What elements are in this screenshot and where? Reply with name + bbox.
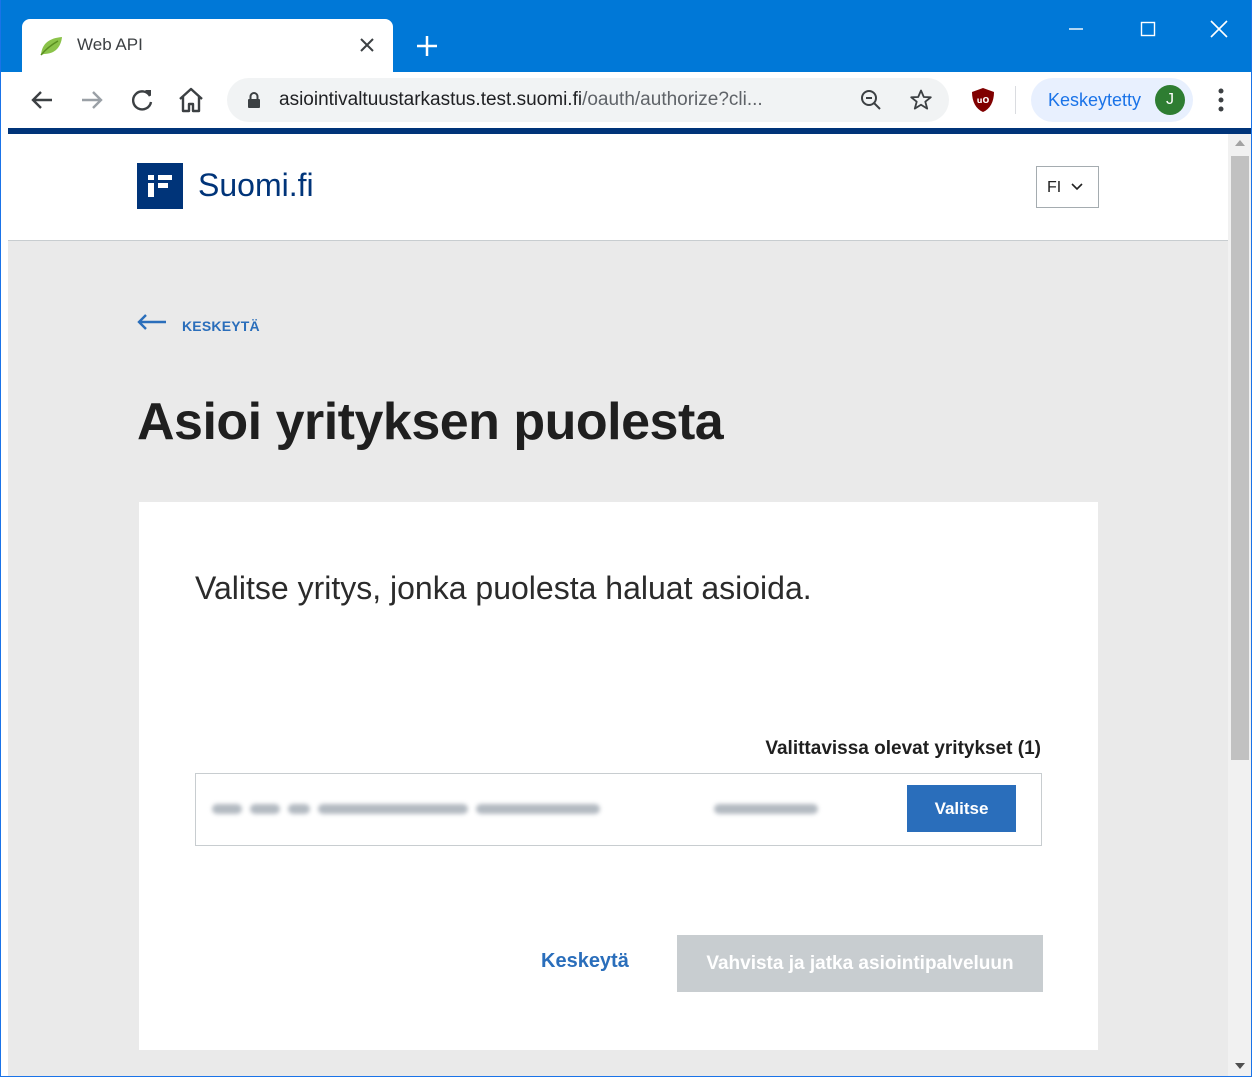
site-header: Suomi.fi FI (8, 134, 1228, 241)
site-logo-text[interactable]: Suomi.fi (198, 167, 314, 204)
list-item: Valitse (195, 773, 1042, 846)
leaf-icon (40, 37, 62, 56)
url-path: /oauth/authorize?cli... (582, 89, 763, 110)
new-tab-plus-icon[interactable] (411, 30, 443, 62)
browser-window: Web API asiointivaltuustarkastus.test.su… (0, 0, 1252, 1077)
confirm-continue-button[interactable]: Vahvista ja jatka asiointipalveluun (677, 935, 1043, 992)
company-selection-card: Valitse yritys, jonka puolesta haluat as… (139, 502, 1098, 1050)
tab-close-icon[interactable] (355, 33, 379, 57)
ublock-shield-icon[interactable]: uO (969, 86, 997, 114)
profile-button[interactable]: Keskeytetty J (1031, 78, 1193, 122)
title-bar: Web API (1, 0, 1251, 72)
close-icon[interactable] (1199, 14, 1239, 44)
back-cancel-label: KESKEYTÄ (182, 318, 260, 334)
minimize-icon[interactable] (1056, 14, 1096, 44)
url-host: asiointivaltuustarkastus.test.suomi.fi (279, 89, 583, 110)
page-viewport: Suomi.fi FI KESKEYTÄ Asioi yrityksen puo… (8, 134, 1228, 1076)
lock-icon (248, 92, 260, 108)
scroll-up-arrow-icon[interactable] (1235, 140, 1245, 146)
back-arrow-icon[interactable] (26, 84, 58, 116)
browser-tab[interactable]: Web API (22, 19, 393, 72)
address-bar[interactable]: asiointivaltuustarkastus.test.suomi.fi/o… (227, 78, 949, 122)
scroll-down-arrow-icon[interactable] (1235, 1063, 1245, 1069)
star-icon[interactable] (909, 88, 933, 112)
chevron-down-icon (1071, 183, 1083, 191)
kebab-menu-icon[interactable] (1211, 86, 1231, 114)
page-title: Asioi yrityksen puolesta (137, 393, 724, 451)
maximize-icon[interactable] (1128, 14, 1168, 44)
zoom-icon[interactable] (859, 88, 883, 112)
available-companies-label: Valittavissa olevat yritykset (1) (765, 738, 1041, 759)
profile-label: Keskeytetty (1048, 90, 1142, 110)
vertical-scrollbar[interactable] (1228, 134, 1251, 1076)
avatar: J (1155, 85, 1185, 115)
cancel-link[interactable]: Keskeytä (541, 950, 629, 973)
instruction-text: Valitse yritys, jonka puolesta haluat as… (195, 570, 812, 606)
tab-title: Web API (77, 35, 143, 54)
company-name-redacted (212, 800, 600, 818)
arrow-left-icon (137, 314, 166, 330)
suomi-fi-logo-icon[interactable] (137, 163, 183, 209)
business-id-redacted (714, 800, 818, 818)
forward-arrow-icon[interactable] (76, 84, 108, 116)
home-icon[interactable] (175, 84, 207, 116)
reload-icon[interactable] (126, 84, 158, 116)
select-company-button[interactable]: Valitse (907, 785, 1016, 832)
browser-toolbar: asiointivaltuustarkastus.test.suomi.fi/o… (1, 72, 1251, 128)
scroll-thumb[interactable] (1231, 156, 1249, 760)
language-select[interactable]: FI (1036, 166, 1099, 208)
svg-text:uO: uO (977, 96, 990, 105)
url-text: asiointivaltuustarkastus.test.suomi.fi/o… (279, 89, 763, 111)
toolbar-separator (1015, 86, 1016, 114)
language-value: FI (1047, 179, 1062, 196)
